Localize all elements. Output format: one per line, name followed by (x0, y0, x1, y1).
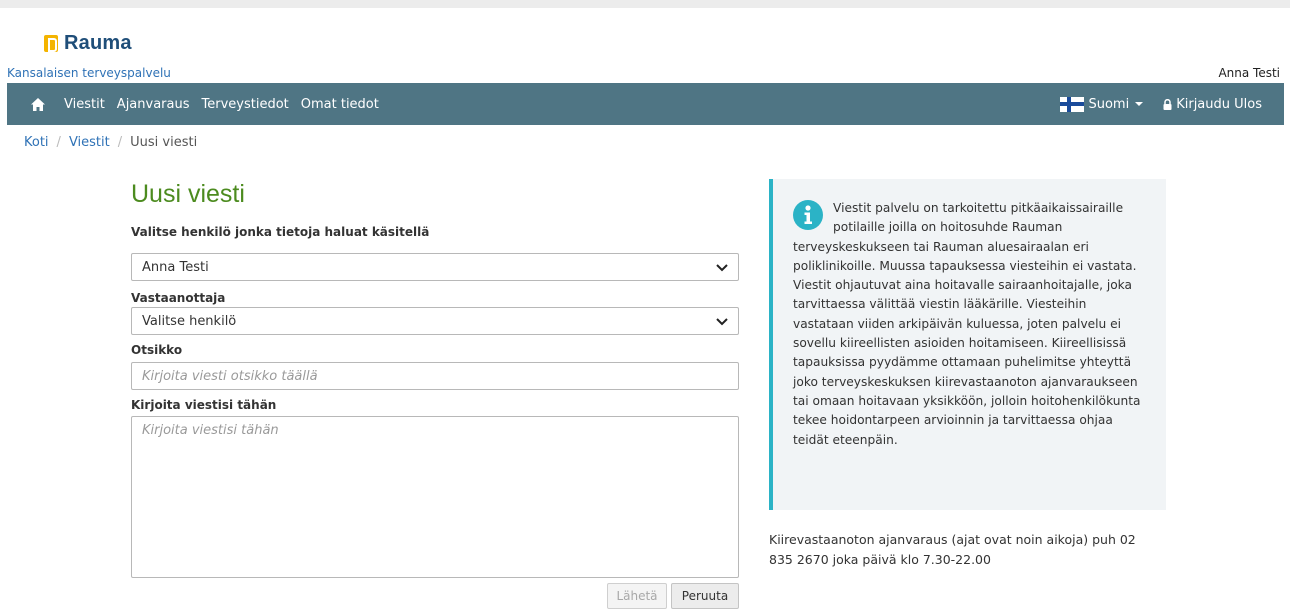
breadcrumb-separator: / (117, 135, 123, 150)
info-box: Viestit palvelu on tarkoitettu pitkäaika… (769, 179, 1166, 510)
recipient-select[interactable]: Valitse henkilö (131, 307, 739, 335)
logo-text: Rauma (64, 32, 132, 54)
language-dropdown[interactable]: Suomi (1060, 96, 1144, 112)
person-select[interactable]: Anna Testi (131, 253, 739, 281)
language-label: Suomi (1088, 96, 1130, 112)
logout-button[interactable]: Kirjaudu Ulos (1163, 97, 1262, 112)
nav-item-ajanvaraus[interactable]: Ajanvaraus (117, 97, 190, 112)
nav-item-omat-tiedot[interactable]: Omat tiedot (301, 97, 379, 112)
message-textarea[interactable] (131, 416, 739, 578)
breadcrumb-home[interactable]: Koti (24, 135, 49, 150)
breadcrumb-messages[interactable]: Viestit (69, 135, 110, 150)
breadcrumb-current: Uusi viesti (130, 135, 198, 150)
service-subtitle: Kansalaisen terveyspalvelu (7, 66, 171, 80)
logout-label: Kirjaudu Ulos (1176, 96, 1262, 112)
urgent-phone-note: Kiirevastaanoton ajanvaraus (ajat ovat n… (769, 532, 1136, 567)
main-navbar: Viestit Ajanvaraus Terveystiedot Omat ti… (7, 83, 1284, 125)
info-icon (793, 200, 823, 230)
person-select-value: Anna Testi (142, 259, 209, 275)
chevron-down-icon (716, 262, 728, 272)
recipient-label: Vastaanottaja (131, 291, 226, 305)
chevron-down-icon (716, 316, 728, 326)
user-name: Anna Testi (1218, 66, 1280, 80)
caret-down-icon (1135, 102, 1144, 106)
recipient-select-value: Valitse henkilö (142, 313, 237, 329)
info-text: Viestit palvelu on tarkoitettu pitkäaika… (793, 201, 1141, 447)
rauma-logo[interactable]: Rauma (44, 32, 132, 55)
nav-item-terveystiedot[interactable]: Terveystiedot (202, 97, 289, 112)
lock-icon (1163, 98, 1172, 110)
subject-label: Otsikko (131, 343, 183, 357)
person-label: Valitse henkilö jonka tietoja haluat käs… (131, 225, 430, 239)
breadcrumb-separator: / (56, 135, 61, 150)
rauma-logo-icon (44, 35, 58, 52)
nav-item-viestit[interactable]: Viestit (64, 97, 105, 112)
send-button[interactable]: Lähetä (607, 583, 667, 609)
cancel-button[interactable]: Peruuta (671, 583, 739, 609)
breadcrumb: Koti / Viestit / Uusi viesti (24, 135, 197, 150)
home-icon[interactable] (31, 97, 45, 111)
page-title: Uusi viesti (131, 180, 245, 208)
subject-input[interactable] (131, 362, 739, 390)
message-label: Kirjoita viestisi tähän (131, 398, 277, 412)
top-strip (0, 0, 1290, 8)
finland-flag-icon (1060, 96, 1085, 112)
